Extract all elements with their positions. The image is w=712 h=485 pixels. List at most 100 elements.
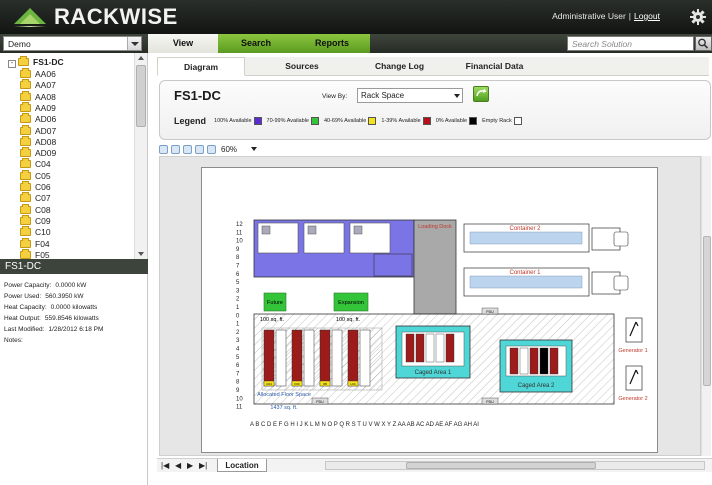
legend-label: 40-69% Available — [323, 118, 367, 124]
folder-icon — [20, 135, 31, 146]
subtab-bar: Diagram Sources Change Log Financial Dat… — [157, 57, 709, 76]
zoom-out-icon[interactable] — [171, 144, 180, 154]
zoom-toolbar: 60% — [159, 142, 258, 156]
chevron-down-icon[interactable] — [251, 147, 258, 151]
folder-icon — [20, 79, 31, 90]
caged-area-2-label: Caged Area 2 — [518, 383, 555, 389]
expansion-label: Expansion — [338, 300, 364, 306]
next-sheet-icon[interactable]: ▶ — [187, 461, 193, 470]
chevron-down-icon[interactable] — [127, 37, 141, 50]
chevron-down-icon[interactable] — [454, 94, 460, 98]
refresh-button[interactable] — [473, 86, 489, 102]
tree-root[interactable]: - FS1-DC — [8, 56, 64, 68]
legend-label: 0% Available — [435, 118, 468, 124]
row-label: 10 — [236, 239, 243, 245]
info-label: Power Used: — [4, 293, 42, 300]
location-tree: - FS1-DC AA06 AA07 AA08 AA09 AD06 AD07 AD08 AD09… — [0, 53, 148, 259]
row-label: 1 — [236, 305, 240, 311]
folder-icon — [20, 237, 31, 248]
gear-icon[interactable] — [690, 9, 706, 25]
info-value: 560.3950 kW — [45, 293, 84, 300]
sheet-navigation-bar: |◀ ◀ ▶ ▶| Location — [157, 458, 712, 472]
search-input[interactable]: Search Solution — [567, 36, 694, 51]
page-title: FS1-DC — [174, 88, 221, 103]
floor-plan[interactable]: 12 11 10 9 8 7 6 5 3 2 1 0 1 2 3 4 5 6 7 8 9 10 11 Loading Doc… — [201, 167, 658, 453]
diagram-vertical-scrollbar[interactable] — [701, 156, 711, 456]
logout-link[interactable]: Logout — [634, 11, 660, 21]
legend-label: Empty Rack — [482, 118, 512, 124]
fit-page-icon[interactable] — [183, 144, 192, 154]
row-label: 2 — [236, 330, 240, 336]
expansion-area: 100 sq. ft. — [336, 317, 361, 323]
zoom-in-icon[interactable] — [159, 144, 168, 154]
row-label: 12 — [236, 222, 243, 228]
search-icon — [698, 38, 709, 49]
row-label: 1 — [236, 322, 240, 328]
tree-scrollbar[interactable] — [134, 53, 147, 259]
container-1: Container 1 — [463, 267, 629, 297]
folder-icon — [20, 169, 31, 180]
legend-swatch — [368, 117, 377, 125]
legend-swatch — [253, 117, 262, 125]
info-value: 1/28/2012 6:18 PM — [48, 326, 104, 333]
rack-group: C04 F03 I05 L04 — [261, 327, 383, 391]
zoom-select[interactable]: 60% — [221, 145, 237, 154]
generator-2-label: Generator 2 — [618, 396, 647, 402]
sheet-tab-location[interactable]: Location — [217, 459, 267, 472]
folder-icon — [20, 226, 31, 237]
tree-item-label: AA06 — [35, 69, 56, 79]
search-button[interactable] — [695, 36, 712, 51]
tree-scroll-thumb[interactable] — [136, 65, 146, 127]
container-2-label: Container 2 — [509, 226, 541, 232]
top-header: RACKWISE Administrative User | Logout — [0, 0, 712, 34]
scroll-up-icon[interactable] — [138, 56, 144, 60]
folder-icon — [20, 90, 31, 101]
tree-item-label: AA07 — [35, 80, 56, 91]
future-area: 100 sq. ft. — [260, 317, 285, 323]
tab-reports[interactable]: Reports — [294, 34, 370, 53]
tab-financial-data[interactable]: Financial Data — [447, 57, 542, 76]
loading-dock-label: Loading Dock — [418, 224, 452, 230]
diagram-viewport[interactable]: 12 11 10 9 8 7 6 5 3 2 1 0 1 2 3 4 5 6 7 8 9 10 11 Loading Doc… — [159, 156, 701, 456]
tab-sources[interactable]: Sources — [262, 57, 342, 76]
tree-item-label: AD09 — [35, 148, 57, 159]
collapse-icon[interactable]: - — [8, 60, 16, 68]
row-label: 6 — [236, 363, 240, 369]
info-panel: Power Capacity: 0.0000 kW Power Used: 560.… — [0, 274, 148, 485]
site-select[interactable]: Demo — [3, 36, 142, 51]
tab-diagram[interactable]: Diagram — [157, 57, 245, 76]
legend-swatch — [422, 117, 431, 125]
pdu-label: PDU — [486, 310, 494, 314]
tree-item-label: F04 — [35, 238, 50, 249]
actual-size-icon[interactable] — [207, 144, 216, 154]
folder-icon — [20, 113, 31, 124]
legend-item: 1-39% Available — [381, 117, 431, 125]
rack-tag: C04 — [266, 382, 272, 386]
tree-item-label: AD07 — [35, 125, 57, 136]
app-window: RACKWISE Administrative User | Logout Demo… — [0, 0, 712, 485]
diagram-horizontal-scroll-thumb[interactable] — [406, 462, 596, 469]
diagram-horizontal-scrollbar[interactable] — [325, 461, 705, 470]
info-row-notes: Notes: — [4, 335, 143, 346]
tab-search[interactable]: Search — [218, 34, 294, 53]
legend: Legend 100% Available 70-99% Available 4… — [174, 115, 527, 127]
fit-width-icon[interactable] — [195, 144, 204, 154]
allocated-label: Allocated Floor Space — [257, 392, 311, 398]
info-label: Heat Output: — [4, 315, 41, 322]
first-sheet-icon[interactable]: |◀ — [161, 461, 169, 470]
last-sheet-icon[interactable]: ▶| — [199, 461, 207, 470]
rack-tag: F03 — [294, 382, 300, 386]
tab-view[interactable]: View — [148, 34, 218, 53]
row-label: 8 — [236, 380, 240, 386]
folder-icon — [20, 181, 31, 191]
row-label: 8 — [236, 255, 240, 261]
row-label: 9 — [236, 388, 240, 394]
diagram-vertical-scroll-thumb[interactable] — [703, 236, 711, 386]
prev-sheet-icon[interactable]: ◀ — [175, 461, 181, 470]
tab-change-log[interactable]: Change Log — [352, 57, 447, 76]
info-row-heat-output: Heat Output: 559.8546 kilowatts — [4, 313, 143, 324]
tree-item-f05[interactable]: F05 — [20, 248, 50, 259]
view-by-select[interactable]: Rack Space — [357, 88, 463, 103]
scroll-down-icon[interactable] — [138, 252, 144, 256]
folder-icon — [20, 101, 31, 112]
